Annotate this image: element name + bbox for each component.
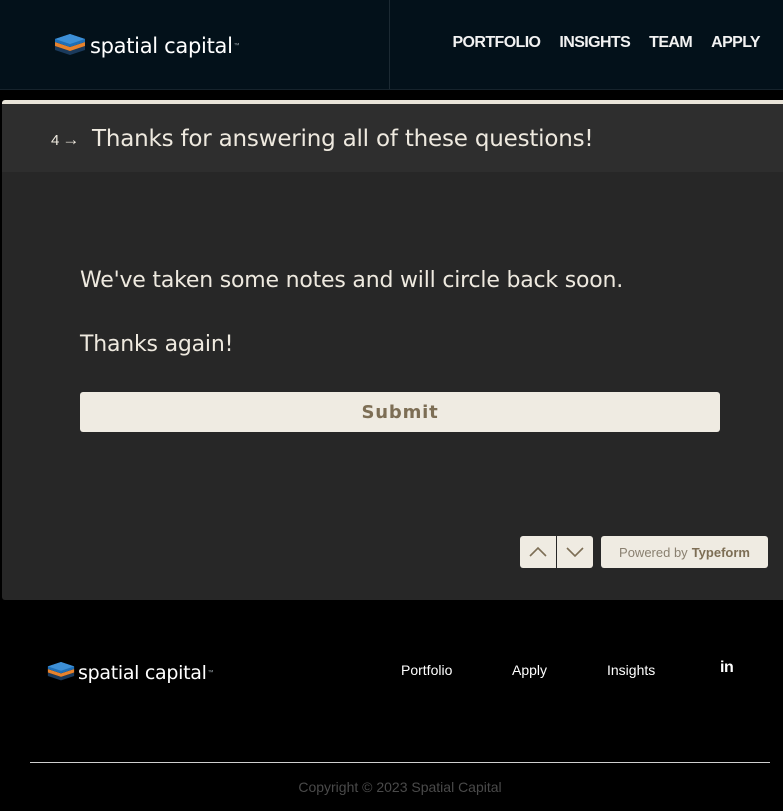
footer-link-apply[interactable]: Apply [512, 662, 547, 678]
question-title: Thanks for answering all of these questi… [92, 126, 594, 152]
arrow-right-icon: → [62, 130, 80, 149]
next-question-button[interactable] [557, 536, 593, 568]
message-line-2: Thanks again! [80, 332, 234, 357]
trademark-mark: ™ [207, 669, 214, 676]
footer-link-portfolio[interactable]: Portfolio [401, 662, 452, 678]
trademark-mark: ™ [233, 43, 240, 49]
nav-insights[interactable]: INSIGHTS [559, 34, 630, 52]
logo-text: spatial capital [90, 34, 233, 58]
chevron-up-icon [529, 546, 547, 557]
logo-mark-icon [47, 662, 75, 681]
site-header: spatial capital ™ PORTFOLIO INSIGHTS TEAM… [0, 0, 783, 90]
nav-portfolio[interactable]: PORTFOLIO [452, 34, 541, 52]
footer-link-insights[interactable]: Insights [607, 662, 655, 678]
site-footer: spatial capital ™ Portfolio Apply Insight… [0, 600, 783, 811]
typeform-panel: 4 → Thanks for answering all of these qu… [2, 100, 783, 600]
typeform-brand: Typeform [691, 544, 750, 560]
question-number-text: 4 [51, 131, 60, 149]
copyright-text: Copyright © 2023 Spatial Capital [298, 779, 502, 795]
question-header: 4 → Thanks for answering all of these qu… [2, 104, 783, 172]
question-number: 4 → [51, 130, 79, 150]
header-logo[interactable]: spatial capital ™ [54, 33, 240, 59]
footer-logo-text: spatial capital [78, 661, 207, 684]
nav-team[interactable]: TEAM [649, 34, 693, 52]
main-nav: PORTFOLIO INSIGHTS TEAM APPLY [452, 34, 760, 52]
footer-divider [30, 762, 770, 763]
message-line-1: We've taken some notes and will circle b… [80, 268, 624, 293]
chevron-down-icon [566, 547, 584, 558]
question-nav-buttons [520, 536, 593, 568]
powered-by-typeform-link[interactable]: Powered by Typeform [601, 536, 768, 568]
submit-button[interactable]: Submit [80, 392, 720, 432]
powered-by-prefix: Powered by [619, 544, 688, 560]
linkedin-icon[interactable]: in [720, 659, 734, 677]
logo-mark-icon [55, 34, 85, 55]
previous-question-button[interactable] [520, 536, 556, 568]
footer-logo[interactable]: spatial capital ™ [47, 661, 214, 684]
header-divider [389, 0, 390, 89]
nav-apply[interactable]: APPLY [711, 34, 760, 52]
